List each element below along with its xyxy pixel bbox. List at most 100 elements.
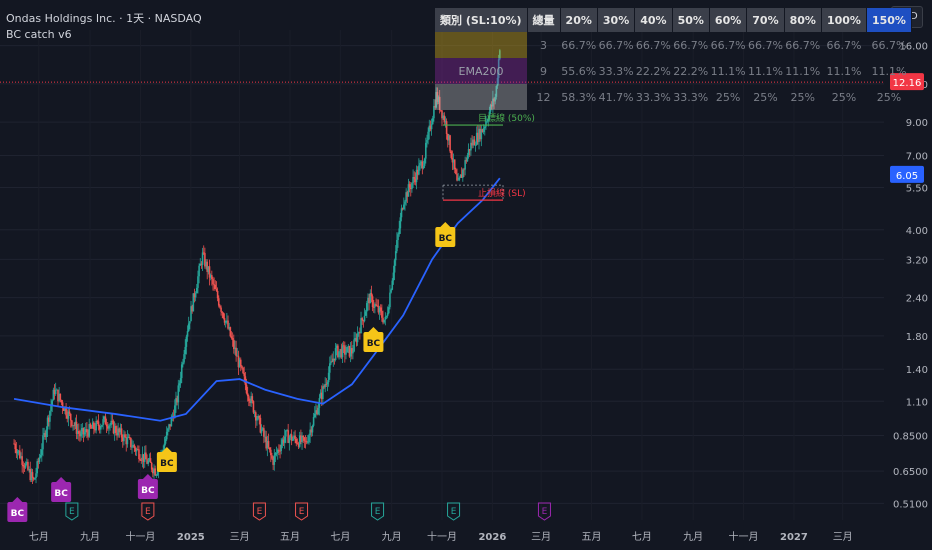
candle-body (329, 363, 331, 373)
candle-body (423, 158, 426, 166)
candle-body (279, 450, 281, 452)
x-tick-label: 三月 (833, 531, 853, 543)
candle-body (156, 471, 159, 476)
candle-body (482, 128, 485, 133)
candle-body (256, 419, 258, 421)
candle-body (334, 348, 337, 360)
stats-cell: 33.3% (635, 90, 671, 104)
candle-body (241, 365, 243, 368)
stats-cell: 11.1% (747, 64, 783, 78)
candle-body (124, 434, 126, 438)
candle-body (322, 386, 324, 400)
candle-body (36, 461, 38, 474)
candle-body (126, 437, 129, 445)
candle-body (346, 347, 348, 353)
stats-cell: 66.7% (598, 38, 634, 52)
bc-marker-label: BC (11, 509, 25, 519)
candle-body (271, 455, 273, 459)
stats-cell: 58.3% (561, 90, 597, 104)
candle-body (288, 437, 291, 443)
candle-body (14, 443, 17, 450)
candle-body (283, 436, 286, 443)
candle-body (391, 280, 394, 290)
candle-body (392, 272, 395, 281)
candle-body (211, 275, 213, 280)
candle-body (194, 293, 197, 298)
candle-body (217, 298, 220, 306)
candle-body (242, 367, 244, 374)
candle-body (130, 437, 132, 448)
x-tick-label: 七月 (632, 531, 652, 543)
y-tick-label: 5.50 (906, 183, 928, 194)
stats-header-30: 30% (597, 8, 636, 32)
y-tick-label: 7.00 (906, 151, 928, 162)
candle-body (458, 177, 461, 180)
candle-body (280, 444, 283, 451)
candle-body (411, 183, 413, 190)
candle-body (195, 287, 198, 294)
candle-body (177, 385, 180, 403)
candle-body (41, 449, 43, 455)
candle-body (139, 459, 141, 461)
bc-marker-label: BC (367, 339, 381, 349)
candle-body (371, 296, 374, 308)
candle-body (97, 421, 100, 426)
candle-body (22, 464, 25, 467)
candle-body (473, 139, 476, 146)
bc-marker-label: BC (141, 486, 155, 496)
candle-body (381, 310, 383, 318)
stats-row-label (435, 84, 528, 110)
candle-body (312, 417, 315, 426)
y-tick-label: 0.8500 (893, 432, 928, 443)
stats-table: 類別 (SL:10%) 總量 20% 30% 40% 50% 60% 70% 8… (435, 8, 912, 110)
stats-cell: 66.7% (673, 38, 709, 52)
candle-body (239, 359, 242, 366)
candle-body (16, 451, 19, 454)
candle-body (278, 449, 280, 451)
candle-body (267, 441, 270, 448)
candle-body (183, 354, 185, 363)
x-tick-label: 三月 (230, 531, 250, 543)
candle-body (89, 424, 92, 428)
stats-cell: 11.1% (871, 64, 907, 78)
candle-body (233, 339, 235, 350)
candle-body (399, 217, 402, 229)
candle-body (396, 239, 398, 252)
candle-body (42, 435, 44, 450)
stats-header-70: 70% (746, 8, 785, 32)
x-tick-label: 七月 (330, 531, 350, 543)
candle-body (147, 460, 150, 464)
candle-body (198, 265, 200, 277)
stats-cell: 25% (831, 90, 857, 104)
y-tick-label: 0.5100 (893, 499, 928, 510)
candle-body (182, 362, 184, 365)
bc-marker-label: BC (54, 489, 68, 499)
candle-body (185, 336, 188, 347)
stats-header-total: 總量 (527, 8, 561, 32)
stats-row-label (435, 32, 528, 58)
stats-cell: 66.7% (635, 38, 671, 52)
candle-body (268, 447, 271, 450)
candle-body (408, 184, 411, 188)
candle-body (385, 316, 388, 317)
candle-body (251, 396, 254, 402)
candle-body (353, 339, 355, 352)
candle-body (453, 159, 456, 170)
candle-body (35, 473, 37, 479)
candle-body (128, 437, 131, 438)
candle-body (78, 431, 80, 434)
stats-header-40: 40% (634, 8, 673, 32)
candle-body (295, 438, 298, 444)
ema-price-badge-text: 6.05 (896, 171, 918, 182)
candle-body (307, 442, 309, 443)
stats-cell: 12 (536, 90, 551, 104)
ema-price-badge: 6.05 (890, 165, 924, 183)
stats-cell: 66.7% (561, 38, 597, 52)
candle-body (104, 416, 107, 425)
candle-body (246, 393, 249, 397)
candle-body (131, 447, 133, 448)
candle-body (155, 475, 158, 476)
earnings-marker-label: E (145, 507, 151, 517)
candle-body (165, 431, 168, 440)
stats-cell: 66.7% (747, 38, 783, 52)
